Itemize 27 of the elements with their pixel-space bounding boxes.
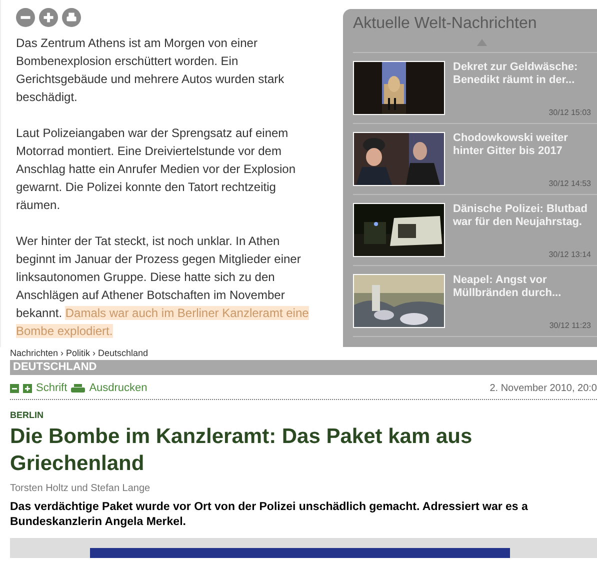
article-paragraph: Wer hinter der Tat steckt, ist noch unklar. In Athen beginnt im Januar der Prozess gegen Mitglieder einer linksautonomen Gruppe. Diese hatte sich zu den Anschlägen auf Athener Botschaften im November bekannt. Damals war auch im Berliner Kanzleramt eine Bombe explodiert. bbox=[16, 233, 310, 340]
article-date: 2. November 2010, 20:0 bbox=[490, 382, 597, 394]
news-headline-link[interactable]: Chodowkowski weiter hinter Gitter bis 2017 bbox=[453, 132, 593, 158]
article-lead: Das verdächtige Paket wurde vor Ort von der Polizei unschädlich gemacht. Adressiert war es a Bundeskanzlerin Angela Merkel. bbox=[10, 500, 529, 530]
panel-title: Aktuelle Welt-Nachrichten bbox=[353, 15, 538, 33]
font-size-link[interactable]: Schrift bbox=[36, 382, 68, 394]
font-smaller-icon[interactable] bbox=[10, 384, 19, 392]
news-headline-link[interactable]: Neapel: Angst vor Müllbränden durch... bbox=[453, 274, 593, 300]
article-headline: Die Bombe im Kanzleramt: Das Paket kam aus Griechenland bbox=[10, 424, 474, 477]
zoom-out-icon[interactable] bbox=[16, 8, 35, 27]
zoom-in-icon[interactable] bbox=[39, 8, 58, 27]
section-bar: DEUTSCHLAND bbox=[10, 360, 597, 375]
article-kicker: BERLIN bbox=[10, 410, 44, 420]
printer-icon[interactable] bbox=[62, 8, 81, 27]
news-time: 30/12 13:14 bbox=[548, 250, 592, 259]
printer-icon[interactable] bbox=[71, 384, 86, 392]
news-time: 30/12 11:23 bbox=[549, 321, 592, 330]
news-headline-link[interactable]: Dänische Polizei: Blutbad war für den Neujahrstag. bbox=[453, 203, 593, 229]
news-time: 30/12 14:53 bbox=[548, 179, 592, 188]
font-larger-icon[interactable] bbox=[23, 384, 32, 392]
breadcrumb: Nachrichten › Politik › Deutschland bbox=[10, 348, 150, 359]
print-link[interactable]: Ausdrucken bbox=[89, 382, 148, 394]
article-paragraph: Das Zentrum Athens ist am Morgen von einer Bombenexplosion erschüttert worden. Ein Gerichtsgebäude und mehrere Autos wurden stark beschädigt. bbox=[16, 35, 286, 106]
news-time: 30/12 15:03 bbox=[548, 108, 592, 117]
news-headline-link[interactable]: Dekret zur Geldwäsche: Benedikt räumt in der... bbox=[453, 61, 593, 87]
article-authors: Torsten Holtz und Stefan Lange bbox=[10, 483, 152, 494]
article-paragraph: Laut Polizeiangaben war der Sprengsatz auf einem Motorrad montiert. Eine Dreiviertelstunde vor dem Anschlag hatte ein Anrufer Medien vor der Explosion gewarnt. Die Polizei konnte den Tatort rechtzeitig räumen. bbox=[16, 125, 296, 214]
